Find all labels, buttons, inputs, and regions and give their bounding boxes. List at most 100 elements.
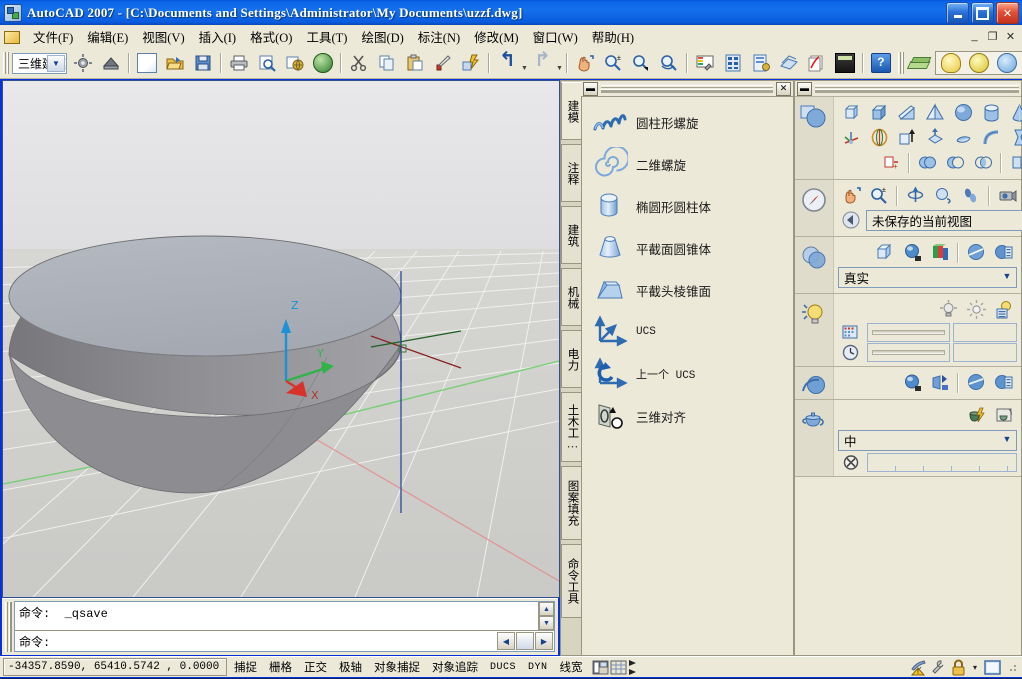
- undo-button[interactable]: [494, 50, 520, 76]
- scroll-down-button[interactable]: ▼: [539, 616, 554, 630]
- compass-icon[interactable]: [795, 180, 834, 236]
- solidedit-button[interactable]: [1006, 150, 1022, 175]
- webpublish-button[interactable]: [310, 50, 336, 76]
- edge-style-button[interactable]: [963, 240, 989, 265]
- menu-draw[interactable]: 绘图(D): [354, 24, 410, 49]
- pan-button[interactable]: [572, 50, 598, 76]
- point-light-button[interactable]: [935, 297, 961, 322]
- workspace-select[interactable]: 三维建模 ▼: [12, 53, 67, 74]
- palette-title-bar[interactable]: ▬ ✕: [581, 81, 793, 96]
- chevron-down-icon[interactable]: ▼: [1000, 270, 1014, 283]
- status-toggle-ortho[interactable]: 正交: [299, 658, 332, 676]
- status-toggle-lineweight[interactable]: 线宽: [555, 658, 588, 676]
- box-solid-button[interactable]: [866, 100, 892, 125]
- subobject-filter-button[interactable]: +: [878, 150, 904, 175]
- face-style-button[interactable]: [871, 240, 897, 265]
- cylinder-button[interactable]: [978, 100, 1004, 125]
- palette-item-helix[interactable]: 圆柱形螺旋: [582, 101, 793, 143]
- status-toggle-polar[interactable]: 极轴: [334, 658, 367, 676]
- sphere-button[interactable]: [950, 100, 976, 125]
- palette-item-elliptical-cylinder[interactable]: 椭圆形圆柱体: [582, 185, 793, 227]
- presspull-button[interactable]: [922, 125, 948, 150]
- menu-modify[interactable]: 修改(M): [467, 24, 525, 49]
- render-preset-select[interactable]: 中 ▼: [838, 430, 1017, 451]
- constrained-orbit-button[interactable]: [902, 183, 928, 208]
- dashboard-autohide-button[interactable]: ▬: [797, 82, 812, 96]
- extrude-button[interactable]: [894, 125, 920, 150]
- new-button[interactable]: [134, 50, 160, 76]
- expand-icon[interactable]: [628, 659, 644, 675]
- mdi-restore-button[interactable]: ❐: [985, 29, 1000, 43]
- menu-format[interactable]: 格式(O): [243, 24, 299, 49]
- toolbar-lock-wrench-icon[interactable]: [930, 659, 946, 675]
- redo-button[interactable]: [529, 50, 555, 76]
- redo-dropdown[interactable]: ▼: [556, 50, 563, 77]
- gizmo-button[interactable]: [838, 125, 864, 150]
- help-button[interactable]: ?: [868, 50, 894, 76]
- zoom-realtime-button[interactable]: ±: [600, 50, 626, 76]
- toolpalettes-button[interactable]: [748, 50, 774, 76]
- sun-time-icon[interactable]: [838, 343, 864, 361]
- layer-freeze-vp-button[interactable]: [994, 50, 1020, 76]
- palette-tab-electrical[interactable]: 电力: [561, 330, 582, 388]
- status-dropdown-icon[interactable]: ▾: [970, 659, 980, 675]
- visual-style-select[interactable]: 真实 ▼: [838, 267, 1017, 288]
- geographic-location-icon[interactable]: [838, 323, 864, 341]
- layers-toolbar-grip[interactable]: [898, 52, 904, 74]
- zoom-window-button[interactable]: [628, 50, 654, 76]
- render-quality-field[interactable]: [867, 453, 1017, 472]
- render-window-button[interactable]: [991, 403, 1017, 428]
- 3d-model-viewport[interactable]: Z Y X: [3, 81, 559, 597]
- autocad-app-icon[interactable]: [4, 4, 22, 22]
- undo-dropdown[interactable]: ▼: [521, 50, 528, 77]
- mdi-close-button[interactable]: ✕: [1003, 29, 1018, 43]
- maximize-button[interactable]: [971, 2, 994, 24]
- plot-preview-button[interactable]: [254, 50, 280, 76]
- open-button[interactable]: [162, 50, 188, 76]
- layer-on-button[interactable]: [938, 50, 964, 76]
- toolbar-grip[interactable]: [3, 52, 9, 74]
- palette-item-align-3d[interactable]: 三维对齐: [582, 395, 793, 437]
- palette-tab-mechanical[interactable]: 机械: [561, 268, 582, 326]
- material-icon[interactable]: [795, 367, 834, 399]
- scroll-right-button[interactable]: ▶: [535, 632, 553, 650]
- save-button[interactable]: [190, 50, 216, 76]
- matchprop-button[interactable]: [430, 50, 456, 76]
- color-button[interactable]: [927, 240, 953, 265]
- status-toggle-osnap[interactable]: 对象捕捉: [369, 658, 425, 676]
- union-button[interactable]: [914, 150, 940, 175]
- menu-file[interactable]: 文件(F): [26, 24, 80, 49]
- drawing-area[interactable]: Z Y X: [2, 80, 560, 598]
- palette-tab-annotation[interactable]: 注释: [561, 144, 582, 202]
- workspace-save-button[interactable]: [98, 50, 124, 76]
- copy-button[interactable]: [374, 50, 400, 76]
- menu-insert[interactable]: 插入(I): [192, 24, 244, 49]
- loft-button[interactable]: [1006, 125, 1022, 150]
- camera-button[interactable]: [994, 183, 1020, 208]
- menu-help[interactable]: 帮助(H): [585, 24, 641, 49]
- menu-tools[interactable]: 工具(T): [299, 24, 354, 49]
- status-toggle-otrack[interactable]: 对象追踪: [427, 658, 483, 676]
- render-quality-icon[interactable]: [838, 453, 864, 471]
- command-history[interactable]: 命令: _qsave ▲ ▼: [15, 602, 554, 631]
- palette-tab-modeling[interactable]: 建模: [561, 82, 582, 140]
- vs-manager-button[interactable]: [991, 240, 1017, 265]
- resize-grip[interactable]: [1006, 661, 1018, 673]
- menu-dimension[interactable]: 标注(N): [411, 24, 467, 49]
- layer-freeze-button[interactable]: [966, 50, 992, 76]
- cut-button[interactable]: [346, 50, 372, 76]
- scroll-left-button[interactable]: ◀: [497, 632, 515, 650]
- markupset-button[interactable]: [804, 50, 830, 76]
- command-vertical-scrollbar[interactable]: ▲ ▼: [538, 602, 554, 630]
- shadow-button[interactable]: [899, 240, 925, 265]
- box-button[interactable]: [838, 100, 864, 125]
- sun-time-value-field[interactable]: [953, 343, 1017, 362]
- render-button[interactable]: [963, 403, 989, 428]
- walk-button[interactable]: [958, 183, 984, 208]
- swivel-button[interactable]: [930, 183, 956, 208]
- designcenter-button[interactable]: [720, 50, 746, 76]
- document-icon[interactable]: [4, 29, 20, 44]
- intersect-button[interactable]: [970, 150, 996, 175]
- chevron-down-icon[interactable]: ▼: [1000, 433, 1014, 446]
- properties-button[interactable]: [692, 50, 718, 76]
